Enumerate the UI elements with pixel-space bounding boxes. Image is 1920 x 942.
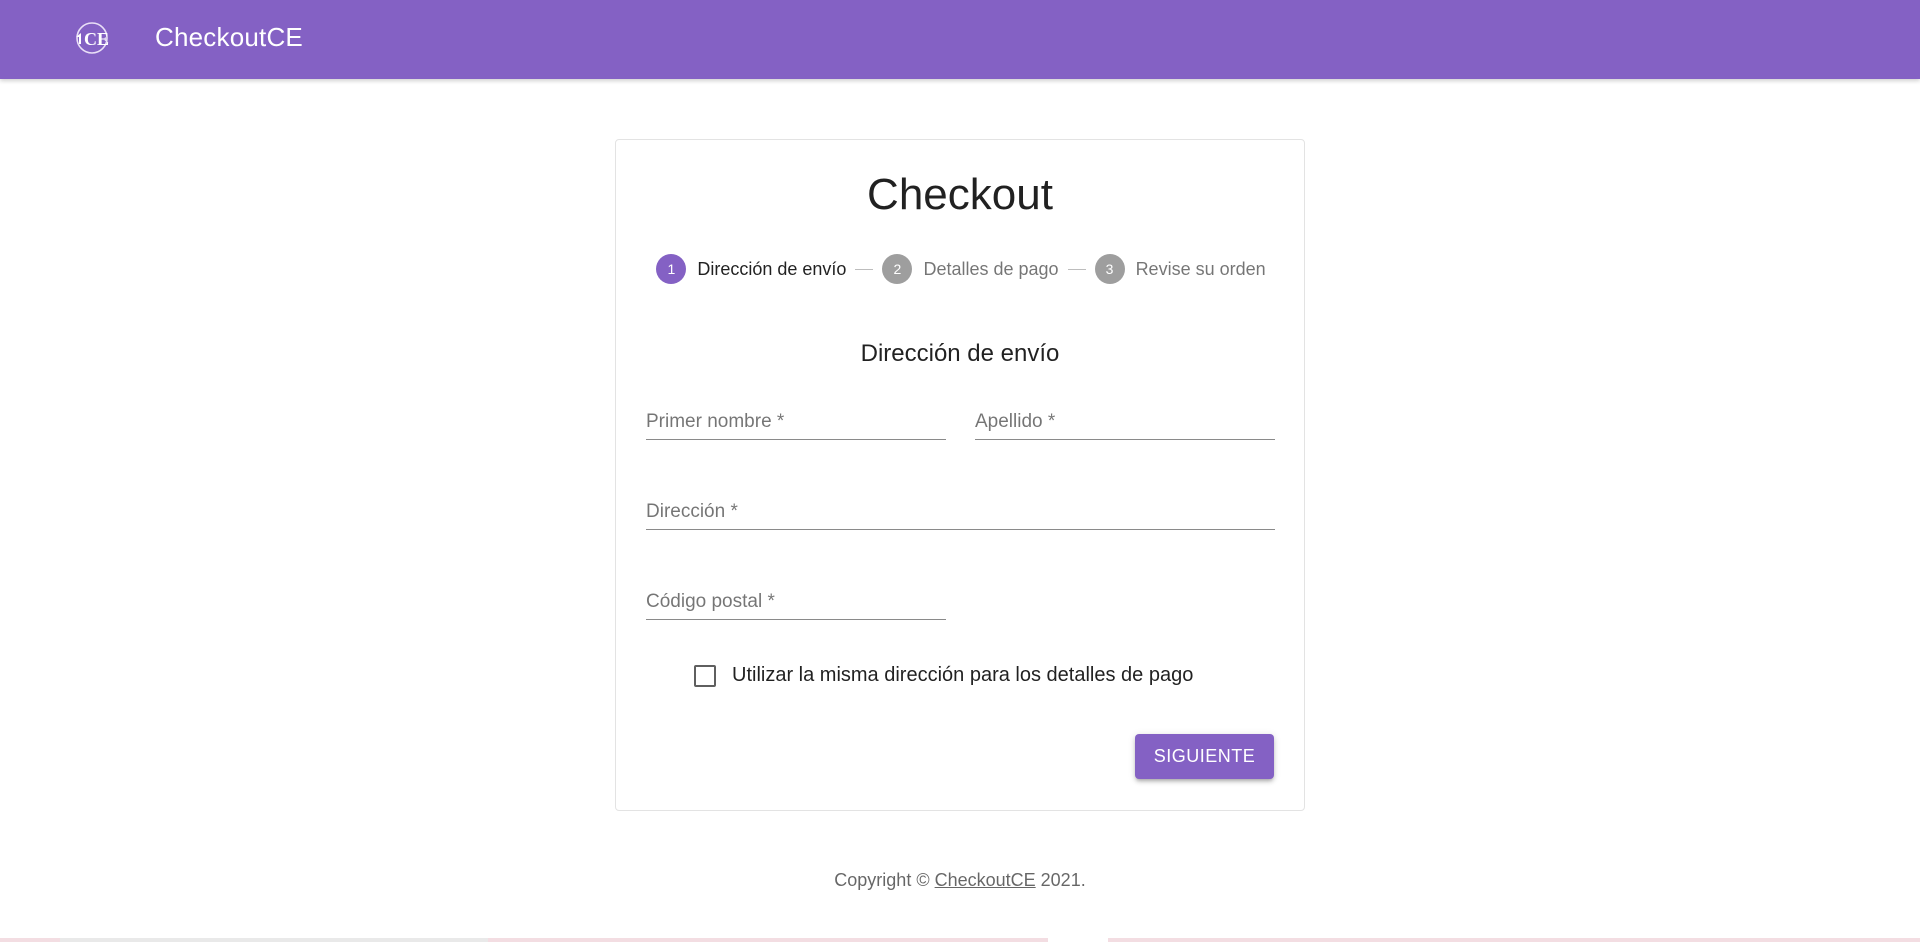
- step-number-icon: 2: [882, 254, 913, 284]
- app-title: CheckoutCE: [155, 22, 303, 52]
- step-number-icon: 1: [656, 254, 687, 284]
- address-field: [646, 494, 1275, 530]
- last-name-input[interactable]: [975, 404, 1275, 439]
- step-label: Dirección de envío: [697, 258, 847, 279]
- same-address-checkbox-row[interactable]: Utilizar la misma dirección para los det…: [694, 664, 1193, 687]
- app-bar: CE CheckoutCE: [0, 0, 1920, 79]
- same-address-checkbox-label[interactable]: Utilizar la misma dirección para los det…: [732, 664, 1193, 687]
- step-review-order: 3 Revise su orden: [1094, 254, 1266, 284]
- bottom-strip: [0, 938, 1920, 942]
- section-title: Dirección de envío: [860, 340, 1060, 367]
- checkout-stepper: 1 Dirección de envío 2 Detalles de pago …: [656, 254, 1266, 284]
- same-address-checkbox[interactable]: [694, 664, 716, 687]
- address-input[interactable]: [646, 494, 1275, 529]
- step-connector: [1067, 268, 1086, 270]
- svg-text:CE: CE: [84, 29, 109, 49]
- page-title: Checkout: [867, 170, 1053, 219]
- footer: Copyright © CheckoutCE 2021.: [0, 870, 1920, 891]
- step-number-icon: 3: [1094, 254, 1125, 284]
- copyright-suffix: 2021.: [1035, 870, 1086, 890]
- step-shipping-address: 1 Dirección de envío: [656, 254, 846, 284]
- step-connector: [855, 268, 874, 270]
- checkoutce-logo-icon[interactable]: CE: [70, 20, 114, 56]
- copyright-prefix: Copyright ©: [834, 870, 935, 890]
- step-label: Revise su orden: [1135, 258, 1266, 279]
- step-payment-details: 2 Detalles de pago: [882, 254, 1059, 284]
- first-name-input[interactable]: [646, 404, 946, 439]
- step-label: Detalles de pago: [923, 258, 1059, 279]
- last-name-field: [975, 404, 1275, 440]
- postal-code-input[interactable]: [646, 584, 946, 619]
- checkout-card: Checkout 1 Dirección de envío 2 Detalles…: [615, 139, 1305, 811]
- postal-code-field: [646, 584, 946, 620]
- first-name-field: [646, 404, 946, 440]
- next-button[interactable]: SIGUIENTE: [1135, 734, 1274, 779]
- checkoutce-link[interactable]: CheckoutCE: [935, 870, 1036, 890]
